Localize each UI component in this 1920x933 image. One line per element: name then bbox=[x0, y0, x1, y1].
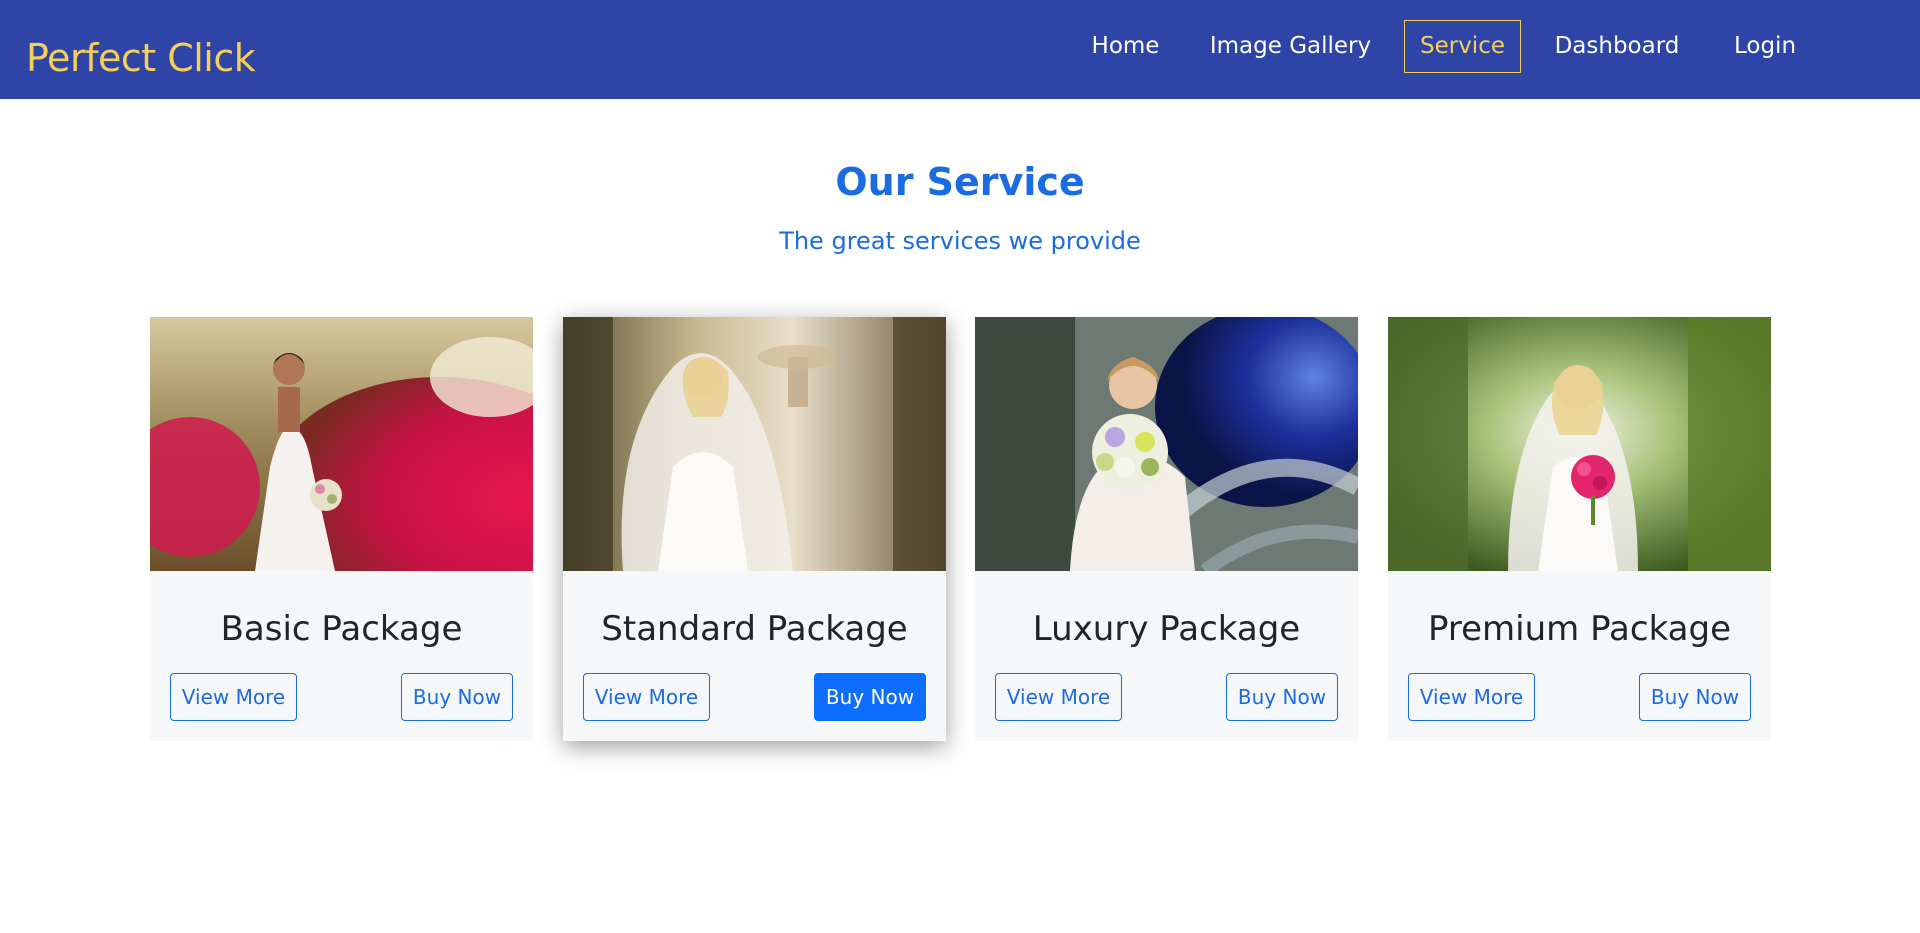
nav-home[interactable]: Home bbox=[1080, 20, 1171, 73]
nav-dashboard[interactable]: Dashboard bbox=[1552, 20, 1682, 73]
view-more-button[interactable]: View More bbox=[170, 673, 297, 721]
page-subtitle: The great services we provide bbox=[779, 227, 1141, 255]
nav-login[interactable]: Login bbox=[1726, 20, 1804, 73]
navbar: Perfect Click Home Image Gallery Service… bbox=[0, 0, 1920, 99]
package-card-premium: Premium Package View More Buy Now bbox=[1388, 317, 1771, 741]
buy-now-button[interactable]: Buy Now bbox=[814, 673, 926, 721]
card-title: Premium Package bbox=[1427, 609, 1732, 649]
nav-service[interactable]: Service bbox=[1404, 20, 1521, 73]
card-title: Basic Package bbox=[220, 609, 463, 649]
card-title: Luxury Package bbox=[1032, 609, 1301, 649]
card-title: Standard Package bbox=[601, 609, 908, 649]
package-card-standard: Standard Package View More Buy Now bbox=[563, 317, 946, 741]
card-image-basic bbox=[150, 317, 533, 571]
view-more-button[interactable]: View More bbox=[583, 673, 710, 721]
package-card-basic: Basic Package View More Buy Now bbox=[150, 317, 533, 741]
nav-image-gallery[interactable]: Image Gallery bbox=[1204, 20, 1377, 73]
bride-garden-arch-image bbox=[1388, 317, 1771, 571]
card-image-premium bbox=[1388, 317, 1771, 571]
view-more-button[interactable]: View More bbox=[1408, 673, 1535, 721]
buy-now-button[interactable]: Buy Now bbox=[1226, 673, 1338, 721]
bride-bouquet-blue-glass-image bbox=[975, 317, 1358, 571]
brand-logo[interactable]: Perfect Click bbox=[26, 36, 256, 80]
bride-veil-image bbox=[563, 317, 946, 571]
buy-now-button[interactable]: Buy Now bbox=[401, 673, 513, 721]
bride-red-flowers-image bbox=[150, 317, 533, 571]
package-card-luxury: Luxury Package View More Buy Now bbox=[975, 317, 1358, 741]
page-title: Our Service bbox=[835, 160, 1085, 204]
card-image-standard bbox=[563, 317, 946, 571]
card-image-luxury bbox=[975, 317, 1358, 571]
buy-now-button[interactable]: Buy Now bbox=[1639, 673, 1751, 721]
view-more-button[interactable]: View More bbox=[995, 673, 1122, 721]
